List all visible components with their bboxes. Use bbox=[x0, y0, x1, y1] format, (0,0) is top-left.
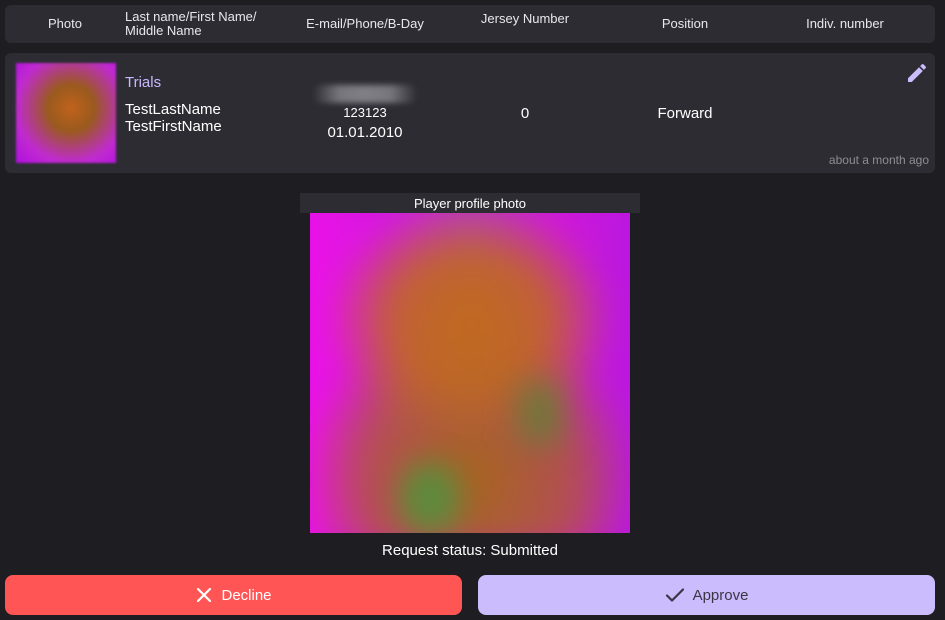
last-name: TestLastName bbox=[125, 101, 221, 118]
player-profile-photo bbox=[310, 213, 630, 533]
table-header: Photo Last name/First Name/ Middle Name … bbox=[5, 5, 935, 43]
decline-label: Decline bbox=[221, 586, 272, 604]
player-position: Forward bbox=[657, 105, 713, 122]
updated-time: about a month ago bbox=[828, 153, 929, 167]
approve-button[interactable]: Approve bbox=[478, 575, 935, 615]
header-contacts: E-mail/Phone/B-Day bbox=[306, 16, 424, 31]
birthday: 01.01.2010 bbox=[327, 124, 403, 141]
first-name: TestFirstName bbox=[125, 118, 222, 135]
close-icon bbox=[197, 587, 212, 603]
decline-button[interactable]: Decline bbox=[5, 575, 462, 615]
approve-label: Approve bbox=[692, 586, 749, 604]
header-photo: Photo bbox=[48, 16, 82, 31]
photo-caption: Player profile photo bbox=[300, 193, 640, 213]
request-status: Request status: Submitted bbox=[382, 542, 558, 559]
jersey-number: 0 bbox=[520, 105, 530, 122]
phone-number: 123123 bbox=[343, 105, 387, 120]
header-position: Position bbox=[661, 16, 709, 31]
player-photo-thumbnail[interactable] bbox=[16, 63, 116, 163]
header-jersey: Jersey Number bbox=[480, 11, 570, 26]
pencil-icon bbox=[908, 63, 927, 82]
player-name: TestLastName TestFirstName bbox=[125, 101, 222, 135]
player-row[interactable]: Trials TestLastName TestFirstName 123123… bbox=[5, 53, 935, 173]
header-name: Last name/First Name/ Middle Name bbox=[125, 9, 257, 38]
header-indiv-number: Indiv. number bbox=[806, 16, 884, 31]
check-icon bbox=[665, 588, 684, 602]
team-name[interactable]: Trials bbox=[125, 74, 161, 91]
edit-button[interactable] bbox=[905, 61, 929, 85]
email-redacted bbox=[313, 85, 417, 103]
